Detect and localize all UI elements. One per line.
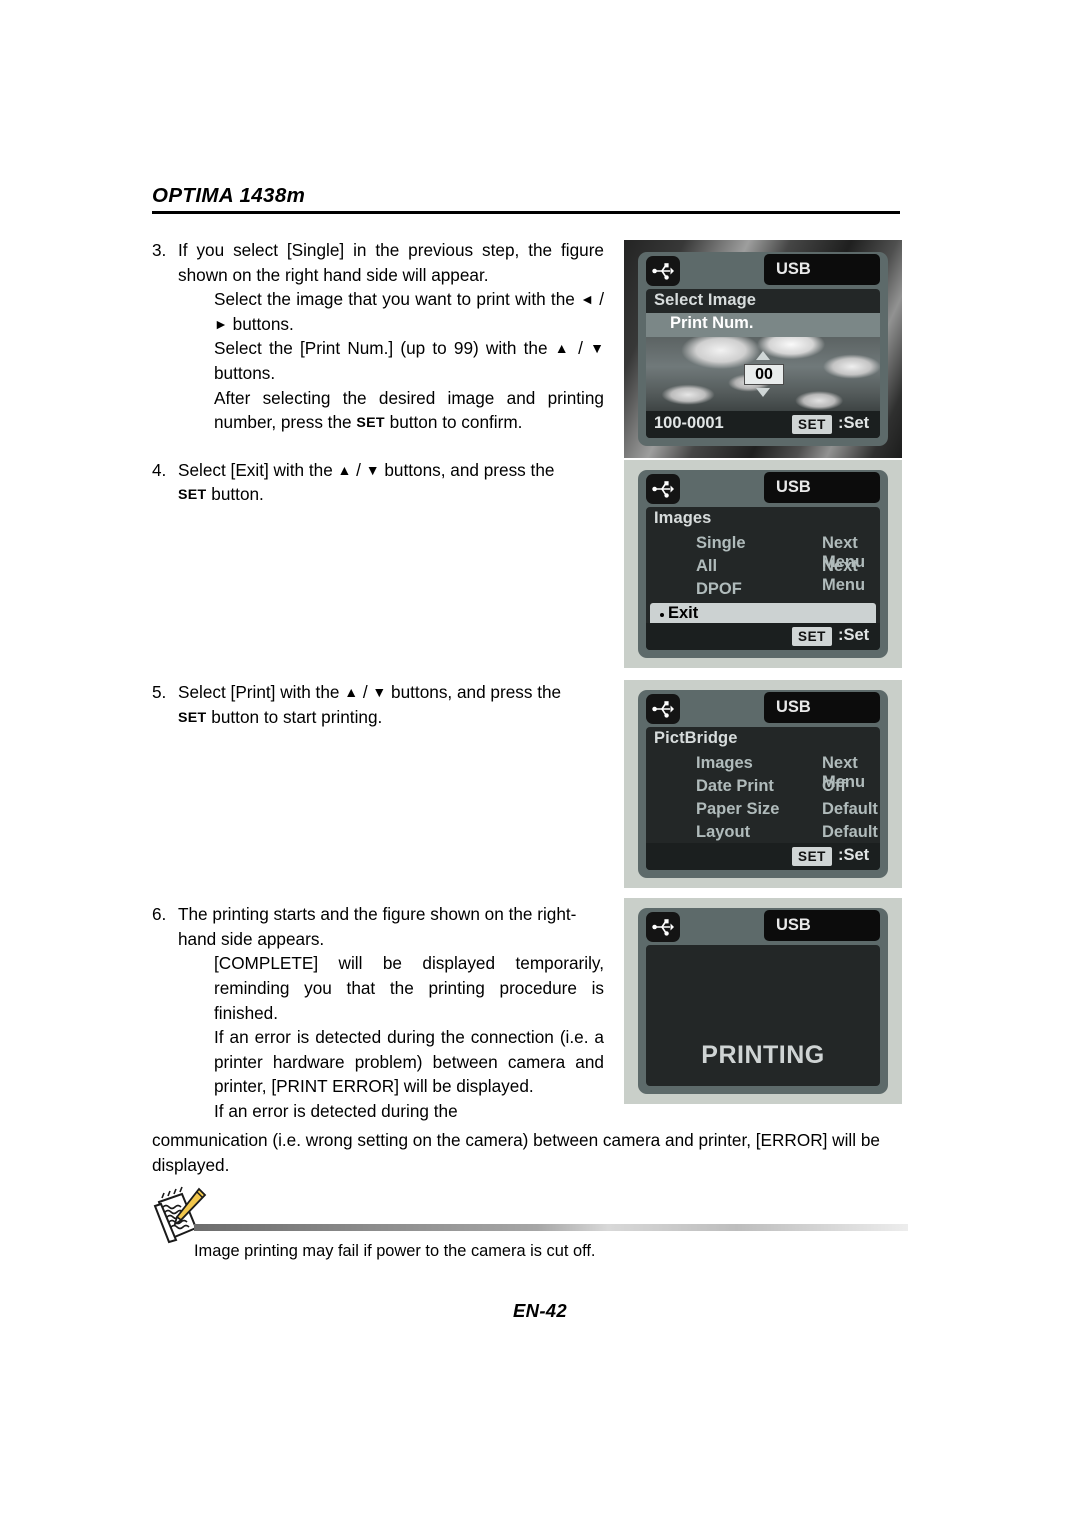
step-6-number: 6.: [152, 904, 167, 925]
decrease-arrow-icon[interactable]: [756, 388, 770, 397]
step-3: 3. If you select [Single] in the previou…: [152, 238, 604, 436]
figure-select-image: USB Select Image Print Num. 00 100-0001 …: [624, 240, 902, 458]
step-4: 4. Select [Exit] with the ▲ / ▼ buttons,…: [152, 458, 604, 508]
menu-item-dpof[interactable]: DPOF: [646, 580, 880, 603]
usb-mode-badge: USB: [764, 472, 880, 503]
set-key-glyph: SET: [178, 487, 207, 504]
menu-list: Images Next Menu Date Print Off Paper Si…: [646, 754, 880, 846]
image-preview: 00: [646, 337, 880, 411]
set-caption: :Set: [838, 626, 870, 644]
header-title: OPTIMA 1438m: [152, 184, 306, 207]
step-6-continuation: communication (i.e. wrong setting on the…: [152, 1130, 880, 1175]
header-rule: [152, 211, 900, 214]
lcd-screen: Select Image Print Num. 00 100-0001 SET …: [646, 289, 880, 438]
menu-item-images-label: Images: [696, 754, 753, 772]
menu-item-paper-size[interactable]: Paper Size Default: [646, 800, 880, 823]
selection-dot-icon: [660, 613, 664, 617]
set-key-glyph: SET: [178, 709, 207, 726]
lcd-top-bar: USB: [638, 470, 888, 504]
set-caption: :Set: [838, 846, 870, 864]
print-num-value[interactable]: 00: [744, 364, 784, 385]
lcd-screen: PictBridge Images Next Menu Date Print O…: [646, 727, 880, 870]
menu-list: Single Next Menu All Next Menu DPOF: [646, 534, 880, 603]
usb-mode-badge: USB: [764, 910, 880, 941]
camera-lcd-bezel: USB PictBridge Images Next Menu Date Pri…: [638, 690, 888, 878]
lcd-screen: Images Single Next Menu All Next Menu DP…: [646, 507, 880, 650]
lcd-title-images: Images: [654, 509, 712, 527]
increase-arrow-icon[interactable]: [756, 351, 770, 360]
set-chip: SET: [792, 847, 832, 866]
note-divider: [194, 1224, 908, 1231]
document-page: OPTIMA 1438m 3. If you select [Single] i…: [0, 0, 1080, 1529]
file-number: 100-0001: [654, 414, 724, 432]
printing-status-label: PRINTING: [701, 1041, 825, 1069]
step-4-number: 4.: [152, 459, 167, 480]
print-num-highlight-row[interactable]: Print Num.: [646, 313, 880, 337]
step-6-line-4: If an error is detected during the: [214, 1100, 458, 1121]
lcd-foot-bar: 100-0001 SET :Set: [646, 411, 880, 438]
step-6-line-3: If an error is detected during the conne…: [214, 1027, 604, 1097]
set-chip: SET: [792, 415, 832, 434]
lcd-foot-bar: SET :Set: [646, 623, 880, 650]
usb-icon: [646, 912, 680, 942]
menu-item-images[interactable]: Images Next Menu: [646, 754, 880, 791]
menu-item-date-print[interactable]: Date Print Off: [646, 777, 880, 800]
menu-item-date-print-label: Date Print: [696, 777, 774, 795]
menu-item-layout-label: Layout: [696, 823, 751, 841]
menu-item-layout-value: Default: [822, 823, 878, 841]
page-number: EN-42: [513, 1300, 567, 1321]
step-6-line-2: [COMPLETE] will be displayed temporarily…: [214, 953, 604, 1023]
notepad-pencil-icon: [152, 1186, 208, 1244]
step-3-number: 3.: [152, 240, 167, 260]
set-key-glyph: SET: [356, 415, 385, 432]
camera-lcd-bezel: USB Select Image Print Num. 00 100-0001 …: [638, 252, 888, 446]
step-3-line-2: Select the image that you want to print …: [214, 289, 604, 334]
note-text: Image printing may fail if power to the …: [194, 1242, 596, 1260]
lcd-top-bar: USB: [638, 690, 888, 724]
menu-item-dpof-label: DPOF: [696, 580, 742, 598]
usb-icon: [646, 256, 680, 286]
page-header: OPTIMA 1438m: [152, 184, 900, 214]
menu-item-paper-size-value: Default: [822, 800, 878, 818]
step-6-line-1: The printing starts and the figure shown…: [178, 904, 577, 949]
menu-item-single[interactable]: Single Next Menu: [646, 534, 880, 571]
figure-images-menu: USB Images Single Next Menu All Next Men…: [624, 460, 902, 668]
usb-icon: [646, 474, 680, 504]
step-5: 5. Select [Print] with the ▲ / ▼ buttons…: [152, 680, 604, 730]
menu-item-paper-size-label: Paper Size: [696, 800, 780, 818]
figure-pictbridge-menu: USB PictBridge Images Next Menu Date Pri…: [624, 680, 902, 888]
set-chip: SET: [792, 627, 832, 646]
step-4-line-1: Select [Exit] with the ▲ / ▼ buttons, an…: [178, 459, 555, 505]
menu-item-exit-label: Exit: [668, 604, 699, 622]
lcd-top-bar: USB: [638, 908, 888, 942]
step-3-line-3: Select the [Print Num.] (up to 99) with …: [214, 338, 604, 383]
usb-mode-badge: USB: [764, 692, 880, 723]
menu-item-date-print-value: Off: [822, 777, 846, 795]
menu-item-all-label: All: [696, 557, 718, 575]
usb-mode-badge: USB: [764, 254, 880, 285]
menu-item-single-label: Single: [696, 534, 746, 552]
usb-icon: [646, 694, 680, 724]
figure-printing-status: USB PRINTING: [624, 898, 902, 1104]
step-6: 6. The printing starts and the figure sh…: [152, 902, 604, 1123]
menu-item-all[interactable]: All Next Menu: [646, 557, 880, 594]
lcd-title-select-image: Select Image: [654, 291, 757, 309]
camera-lcd-bezel: USB Images Single Next Menu All Next Men…: [638, 470, 888, 658]
lcd-top-bar: USB: [638, 252, 888, 286]
step-3-line-1: If you select [Single] in the previous s…: [178, 240, 604, 285]
camera-lcd-bezel: USB PRINTING: [638, 908, 888, 1094]
lcd-screen: PRINTING: [646, 945, 880, 1086]
instruction-text-column: 3. If you select [Single] in the previou…: [152, 238, 604, 1123]
lcd-title-pictbridge: PictBridge: [654, 729, 738, 747]
print-num-label: Print Num.: [670, 314, 754, 332]
step-5-number: 5.: [152, 681, 167, 702]
step-5-line-1: Select [Print] with the ▲ / ▼ buttons, a…: [178, 681, 562, 727]
lcd-foot-bar: SET :Set: [646, 843, 880, 870]
set-caption: :Set: [838, 414, 870, 432]
step-3-line-4: After selecting the desired image and pr…: [214, 387, 604, 433]
